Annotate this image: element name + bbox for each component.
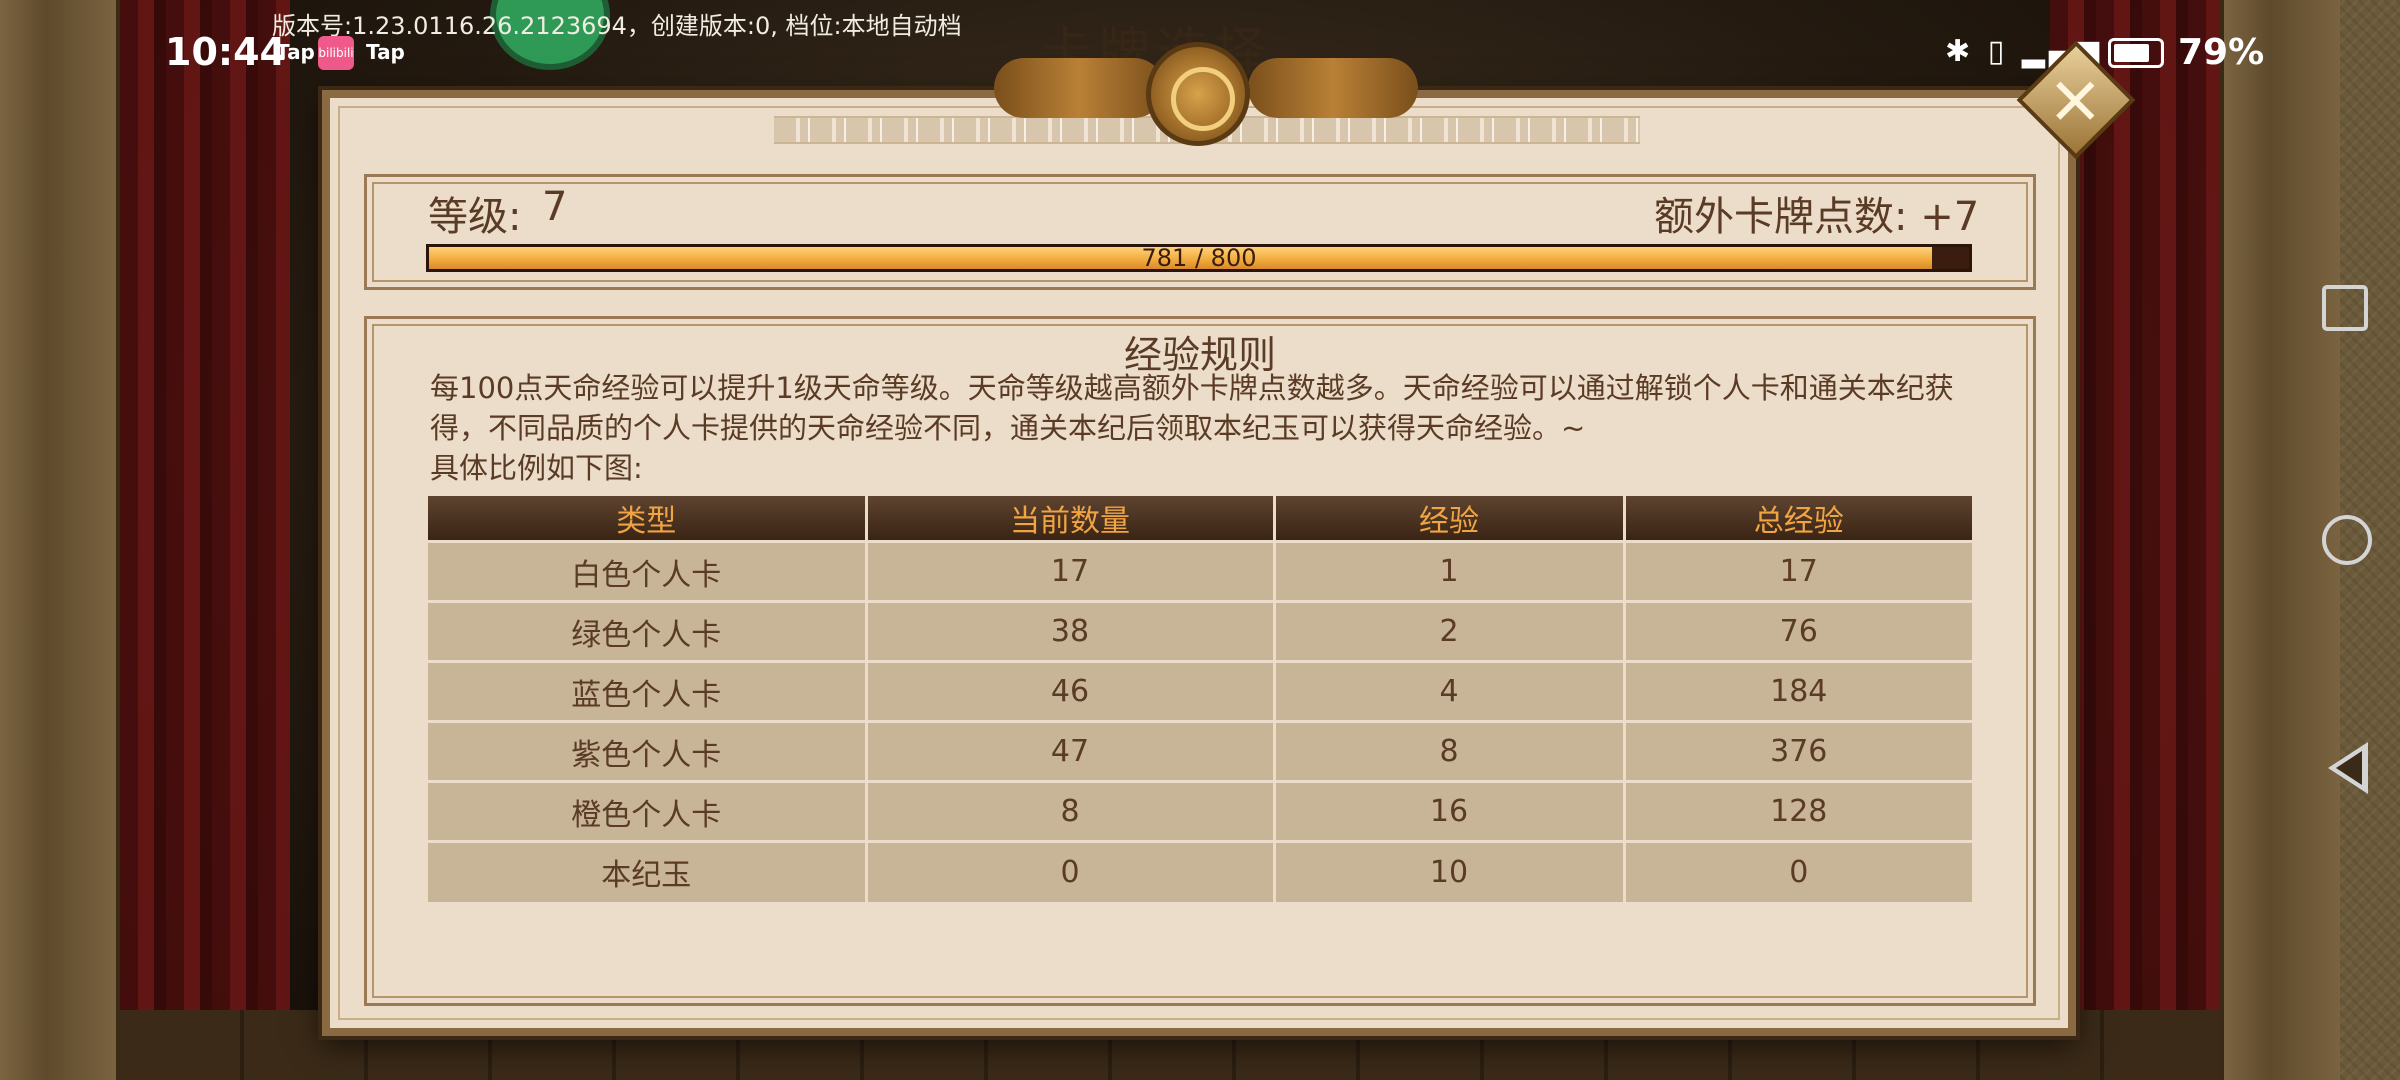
cell-type: 白色个人卡	[428, 540, 868, 602]
cell-total: 128	[1624, 780, 1972, 842]
left-wood-frame	[0, 0, 120, 1080]
table-row: 本纪玉 0 10 0	[428, 840, 1972, 902]
cell-exp: 16	[1274, 780, 1626, 842]
experience-progress-bar: 781 / 800	[426, 244, 1972, 272]
level-label: 等级:	[428, 194, 522, 240]
battery-percent: 79%	[2178, 32, 2265, 73]
cell-type: 蓝色个人卡	[428, 660, 868, 722]
dragon-emblem-icon	[1146, 42, 1250, 146]
cell-exp: 4	[1274, 660, 1626, 722]
cell-total: 76	[1624, 600, 1972, 662]
experience-table: 类型 当前数量 经验 总经验 白色个人卡 17 1 17 绿色个人卡 38 2 …	[428, 496, 1972, 902]
cell-total: 184	[1624, 660, 1972, 722]
cell-total: 376	[1624, 720, 1972, 782]
cell-type: 绿色个人卡	[428, 600, 868, 662]
cell-count: 47	[866, 720, 1276, 782]
cell-exp: 8	[1274, 720, 1626, 782]
dragon-ornament-right	[1248, 58, 1418, 118]
cell-count: 0	[866, 840, 1276, 902]
cell-total: 17	[1624, 540, 1972, 602]
cell-count: 8	[866, 780, 1276, 842]
battery-icon	[2108, 38, 2164, 68]
header-total: 总经验	[1624, 496, 1972, 542]
progress-text: 781 / 800	[1141, 244, 1257, 272]
extra-card-points: 额外卡牌点数: +7	[1654, 194, 1980, 240]
header-count: 当前数量	[866, 496, 1276, 542]
cell-count: 17	[866, 540, 1276, 602]
left-curtain	[120, 0, 290, 1080]
clock: 10:44	[165, 30, 286, 74]
vibrate-icon: ▯	[1987, 34, 2009, 69]
version-info: 版本号:1.23.0116.26.2123694，创建版本:0, 档位:本地自动…	[272, 12, 962, 40]
table-row: 紫色个人卡 47 8 376	[428, 720, 1972, 782]
rules-subline: 具体比例如下图:	[430, 451, 643, 485]
level-value: 7	[542, 184, 568, 230]
back-button[interactable]	[2328, 742, 2368, 794]
cell-exp: 1	[1274, 540, 1626, 602]
cell-type: 本纪玉	[428, 840, 868, 902]
rules-paragraph: 每100点天命经验可以提升1级天命等级。天命等级越高额外卡牌点数越多。天命经验可…	[430, 371, 1954, 445]
table-row: 蓝色个人卡 46 4 184	[428, 660, 1972, 722]
cell-type: 紫色个人卡	[428, 720, 868, 782]
tap-notification-icon: Tap	[276, 40, 315, 64]
cell-total: 0	[1624, 840, 1972, 902]
cell-type: 橙色个人卡	[428, 780, 868, 842]
home-button[interactable]	[2322, 515, 2372, 565]
table-row: 橙色个人卡 8 16 128	[428, 780, 1972, 842]
cell-exp: 10	[1274, 840, 1626, 902]
cell-count: 38	[866, 600, 1276, 662]
table-row: 绿色个人卡 38 2 76	[428, 600, 1972, 662]
cell-exp: 2	[1274, 600, 1626, 662]
tap-notification-icon-2: Tap	[366, 40, 405, 64]
table-header-row: 类型 当前数量 经验 总经验	[428, 496, 1972, 542]
rules-description: 每100点天命经验可以提升1级天命等级。天命等级越高额外卡牌点数越多。天命经验可…	[430, 368, 1980, 488]
cell-count: 46	[866, 660, 1276, 722]
table-row: 白色个人卡 17 1 17	[428, 540, 1972, 602]
header-type: 类型	[428, 496, 868, 542]
dragon-ornament-left	[994, 58, 1164, 118]
bilibili-notification-icon: bilibili	[318, 36, 354, 70]
header-exp: 经验	[1274, 496, 1626, 542]
bluetooth-icon: ✱	[1945, 34, 1975, 69]
